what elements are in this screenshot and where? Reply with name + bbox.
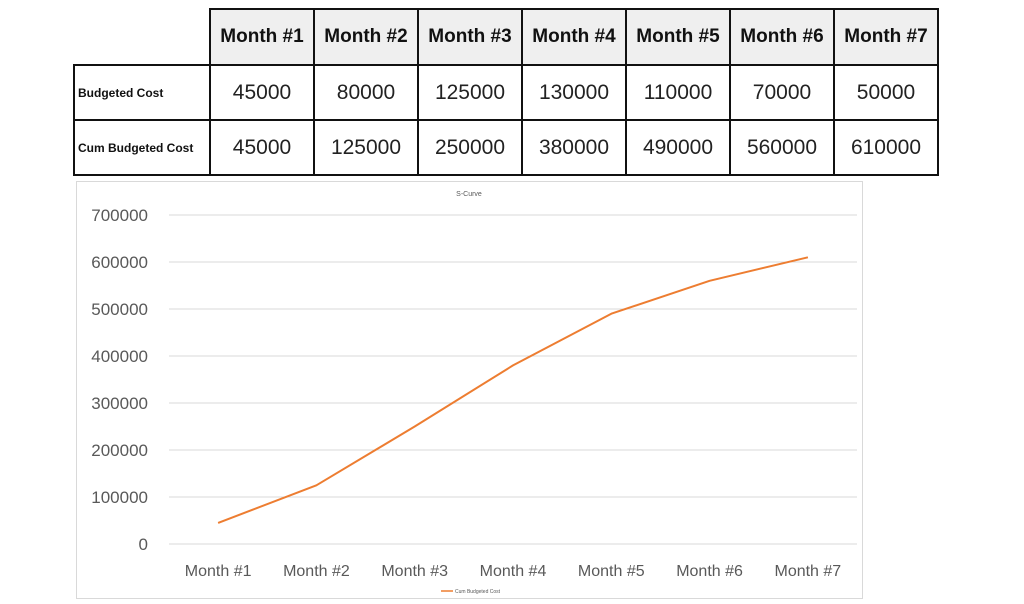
row-label: Cum Budgeted Cost xyxy=(73,119,211,176)
table-cell: 110000 xyxy=(625,64,731,121)
table-row: Cum Budgeted Cost 45000 125000 250000 38… xyxy=(73,119,939,176)
header-month-3: Month #3 xyxy=(417,8,523,66)
y-tick-label: 400000 xyxy=(91,347,148,366)
x-axis: Month #1 Month #2 Month #3 Month #4 Month #5… xyxy=(185,563,842,580)
chart-title: S-Curve xyxy=(456,191,482,198)
table-cell: 610000 xyxy=(833,119,939,176)
header-month-2: Month #2 xyxy=(313,8,419,66)
table-cell: 50000 xyxy=(833,64,939,121)
y-tick-label: 200000 xyxy=(91,441,148,460)
y-tick-label: 700000 xyxy=(91,206,148,225)
table-cell: 490000 xyxy=(625,119,731,176)
table-row: Budgeted Cost 45000 80000 125000 130000 … xyxy=(73,64,939,121)
y-tick-label: 100000 xyxy=(91,488,148,507)
table-cell: 45000 xyxy=(209,64,315,121)
table-cell: 80000 xyxy=(313,64,419,121)
table-cell: 560000 xyxy=(729,119,835,176)
x-tick-label: Month #3 xyxy=(381,563,448,580)
row-label: Budgeted Cost xyxy=(73,64,211,121)
table-cell: 45000 xyxy=(209,119,315,176)
table-cell: 125000 xyxy=(417,64,523,121)
series-line-cum-budgeted-cost xyxy=(217,256,809,524)
x-tick-label: Month #5 xyxy=(578,563,645,580)
table-cell: 125000 xyxy=(313,119,419,176)
x-tick-label: Month #6 xyxy=(676,563,743,580)
table-header-row: Month #1 Month #2 Month #3 Month #4 Mont… xyxy=(74,8,939,66)
legend-label: Cum Budgeted Cost xyxy=(455,589,501,595)
chart-area: S-Curve 0 100000 200000 300000 400000 500000 6… xyxy=(76,181,863,599)
budget-table: Month #1 Month #2 Month #3 Month #4 Mont… xyxy=(73,8,939,176)
s-curve-chart: S-Curve 0 100000 200000 300000 400000 500000 6… xyxy=(91,191,857,595)
table-cell: 130000 xyxy=(521,64,627,121)
header-month-7: Month #7 xyxy=(833,8,939,66)
gridlines xyxy=(169,214,857,545)
y-tick-label: 300000 xyxy=(91,394,148,413)
table-cell: 70000 xyxy=(729,64,835,121)
x-tick-label: Month #2 xyxy=(283,563,350,580)
header-month-4: Month #4 xyxy=(521,8,627,66)
header-month-1: Month #1 xyxy=(209,8,315,66)
x-tick-label: Month #7 xyxy=(774,563,841,580)
y-axis: 0 100000 200000 300000 400000 500000 600000 700… xyxy=(91,206,148,554)
x-tick-label: Month #4 xyxy=(480,563,547,580)
y-tick-label: 0 xyxy=(139,535,148,554)
legend: Cum Budgeted Cost xyxy=(441,589,501,595)
x-tick-label: Month #1 xyxy=(185,563,252,580)
table-cell: 380000 xyxy=(521,119,627,176)
corner-cell xyxy=(74,9,211,66)
table-cell: 250000 xyxy=(417,119,523,176)
header-month-6: Month #6 xyxy=(729,8,835,66)
series-group xyxy=(217,256,809,524)
y-tick-label: 600000 xyxy=(91,253,148,272)
header-month-5: Month #5 xyxy=(625,8,731,66)
y-tick-label: 500000 xyxy=(91,300,148,319)
